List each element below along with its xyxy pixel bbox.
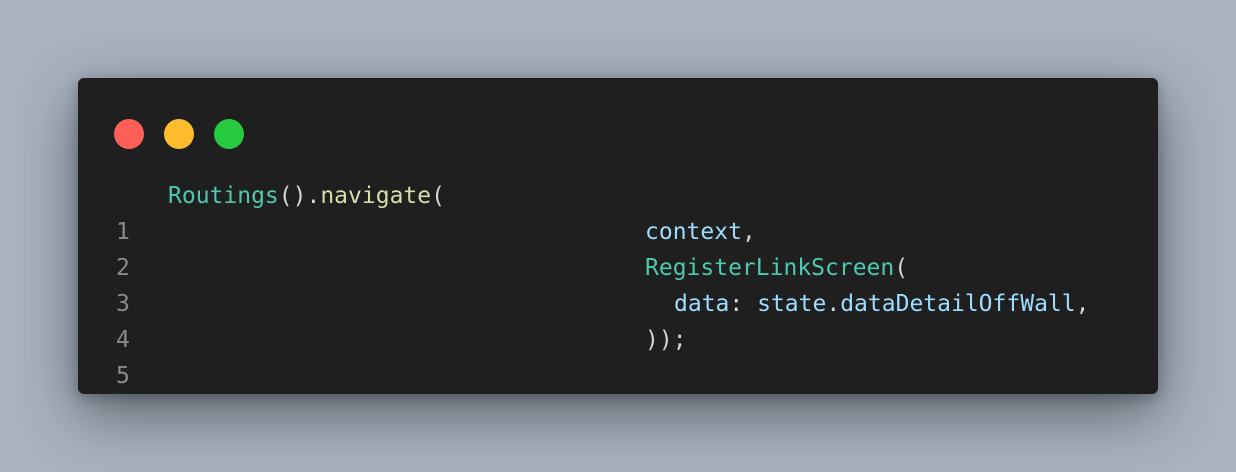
zoom-dot-icon[interactable]	[214, 119, 244, 149]
code-token: navigate	[320, 183, 432, 209]
close-dot-icon[interactable]	[114, 119, 144, 149]
code-line: 2 context,	[78, 214, 1158, 281]
code-token: state	[757, 291, 827, 317]
code-token: ));	[645, 327, 687, 353]
code-line: 4 data: state.dataDetailOffWall,	[78, 286, 1158, 353]
code-token: (	[894, 255, 909, 281]
code-line-content: Routings().navigate(	[168, 178, 445, 214]
minimize-dot-icon[interactable]	[164, 119, 194, 149]
code-window: 1 Routings().navigate( 2 context, 3 Regi…	[78, 78, 1158, 394]
code-token: RegisterLinkScreen	[645, 255, 895, 281]
code-line: 1 Routings().navigate(	[78, 178, 1158, 245]
code-line-content: context,	[645, 214, 756, 250]
code-token: .	[826, 291, 841, 317]
code-token: dataDetailOffWall	[840, 291, 1076, 317]
code-line: 3 RegisterLinkScreen(	[78, 250, 1158, 317]
code-token: :	[729, 291, 758, 317]
code-line-content: RegisterLinkScreen(	[645, 250, 908, 286]
code-block: 1 Routings().navigate( 2 context, 3 Regi…	[78, 178, 1158, 389]
code-line: 5 ));	[78, 322, 1158, 389]
line-number: 5	[116, 363, 130, 389]
code-token: context	[645, 219, 742, 245]
code-line-content: data: state.dataDetailOffWall,	[674, 286, 1089, 322]
code-token: data	[674, 291, 730, 317]
code-token: ().	[278, 183, 321, 209]
code-token: ,	[741, 219, 756, 245]
code-token: Routings	[168, 183, 279, 209]
code-token: (	[431, 183, 445, 209]
code-token: ,	[1075, 291, 1090, 317]
code-line-content: ));	[645, 322, 687, 358]
